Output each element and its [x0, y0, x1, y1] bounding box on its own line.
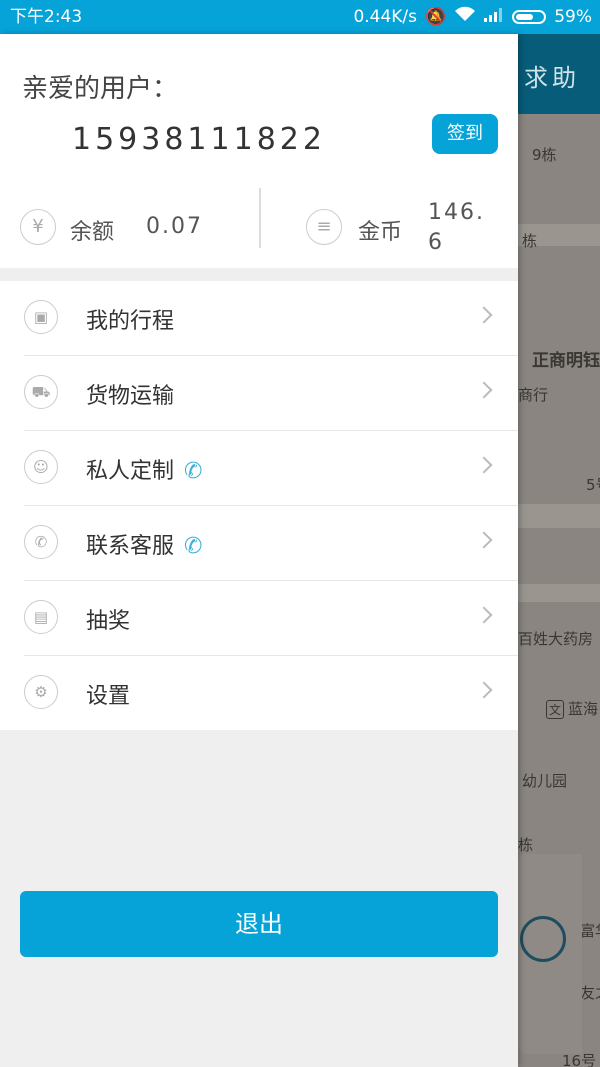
chevron-right-icon — [475, 531, 493, 549]
greeting-text: 亲爱的用户： — [22, 74, 179, 104]
wifi-icon — [454, 0, 476, 34]
status-bar: 下午2:43 0.44K/s 🔕 59% — [0, 0, 600, 34]
signin-button[interactable]: 签到 — [432, 114, 498, 154]
person-icon: ☺ — [24, 450, 58, 484]
status-time: 下午2:43 — [10, 7, 83, 27]
map-label: 5号 — [586, 476, 600, 494]
signal-icon — [484, 0, 504, 34]
logout-button[interactable]: 退出 — [20, 891, 498, 957]
status-right: 0.44K/s 🔕 59% — [353, 0, 592, 34]
map-label: 文蓝海 — [546, 698, 598, 719]
search-icon — [520, 916, 566, 962]
phone-icon[interactable]: ✆ — [184, 534, 202, 559]
chevron-right-icon — [475, 306, 493, 324]
menu-item-label: 抽奖 — [86, 603, 130, 635]
balance-label: 余额 — [70, 220, 115, 245]
coins-label: 金币 — [358, 220, 403, 245]
menu-item-label: 联系客服 ✆ — [86, 528, 202, 560]
menu-item-custom[interactable]: ☺ 私人定制 ✆ — [24, 431, 518, 506]
user-phone: 15938111822 — [72, 122, 326, 157]
map-label: 幼儿园 — [522, 772, 568, 790]
map-label-text: 蓝海 — [568, 700, 599, 718]
help-title[interactable]: 求助 — [524, 58, 580, 93]
menu-list: ▣ 我的行程 ⛟ 货物运输 ☺ 私人定制 ✆ ✆ 联系客服 ✆ ▤ 抽奖 ⚙ 设置 — [0, 281, 518, 730]
menu-item-text: 货物运输 — [86, 384, 175, 409]
map-label: 百姓大药房 — [518, 630, 594, 648]
coins-value: 146.6 — [428, 200, 485, 255]
map-road — [518, 504, 600, 528]
map-label: 友之 — [580, 984, 600, 1002]
menu-item-text: 设置 — [86, 684, 131, 709]
truck-icon: ⛟ — [24, 375, 58, 409]
menu-item-freight[interactable]: ⛟ 货物运输 — [24, 356, 518, 431]
menu-item-text: 抽奖 — [86, 609, 131, 634]
map-label: 富华 — [580, 922, 600, 940]
mute-icon: 🔕 — [425, 7, 447, 27]
map-label: 9栋 — [532, 146, 557, 164]
itinerary-icon: ▣ — [24, 300, 58, 334]
menu-item-support[interactable]: ✆ 联系客服 ✆ — [24, 506, 518, 581]
menu-item-label: 我的行程 — [86, 303, 174, 335]
chevron-right-icon — [475, 606, 493, 624]
stat-divider — [259, 188, 261, 248]
phone-icon[interactable]: ✆ — [184, 459, 202, 484]
menu-item-settings[interactable]: ⚙ 设置 — [24, 656, 518, 730]
battery-icon — [512, 10, 547, 24]
menu-item-label: 设置 — [86, 678, 130, 710]
yuan-icon: ¥ — [20, 209, 56, 245]
menu-item-lottery[interactable]: ▤ 抽奖 — [24, 581, 518, 656]
menu-item-text: 我的行程 — [86, 309, 175, 334]
map-label: 栋 — [518, 836, 534, 854]
menu-item-itinerary[interactable]: ▣ 我的行程 — [24, 281, 518, 356]
menu-item-text: 联系客服 — [86, 534, 175, 559]
menu-item-label: 私人定制 ✆ — [86, 453, 202, 485]
gift-icon: ▤ — [24, 600, 58, 634]
map-road — [518, 584, 600, 602]
coin-icon: ≡ — [306, 209, 342, 245]
balance-value: 0.07 — [146, 214, 203, 239]
battery-percent: 59% — [554, 7, 592, 27]
map-label: 栋 — [522, 232, 538, 250]
map-search-button[interactable] — [518, 854, 582, 1054]
menu-item-text: 私人定制 — [86, 459, 175, 484]
menu-item-label: 货物运输 — [86, 378, 174, 410]
map-background: 求助 9栋 栋 正商明钰 商行 5号 百姓大药房 文蓝海 幼儿园 栋 富华 友之… — [518, 34, 600, 1067]
chevron-right-icon — [475, 381, 493, 399]
side-drawer: 亲爱的用户： 15938111822 签到 ¥ 余额 0.07 ≡ 金币 146… — [0, 34, 518, 1067]
map-header: 求助 — [518, 34, 600, 114]
chevron-right-icon — [475, 681, 493, 699]
map-label: 商行 — [518, 386, 549, 404]
gear-icon: ⚙ — [24, 675, 58, 709]
profile-card: 亲爱的用户： 15938111822 签到 ¥ 余额 0.07 ≡ 金币 146… — [0, 34, 518, 268]
chevron-right-icon — [475, 456, 493, 474]
network-speed: 0.44K/s — [353, 7, 418, 27]
map-label: 正商明钰 — [532, 351, 600, 371]
phone-icon: ✆ — [24, 525, 58, 559]
